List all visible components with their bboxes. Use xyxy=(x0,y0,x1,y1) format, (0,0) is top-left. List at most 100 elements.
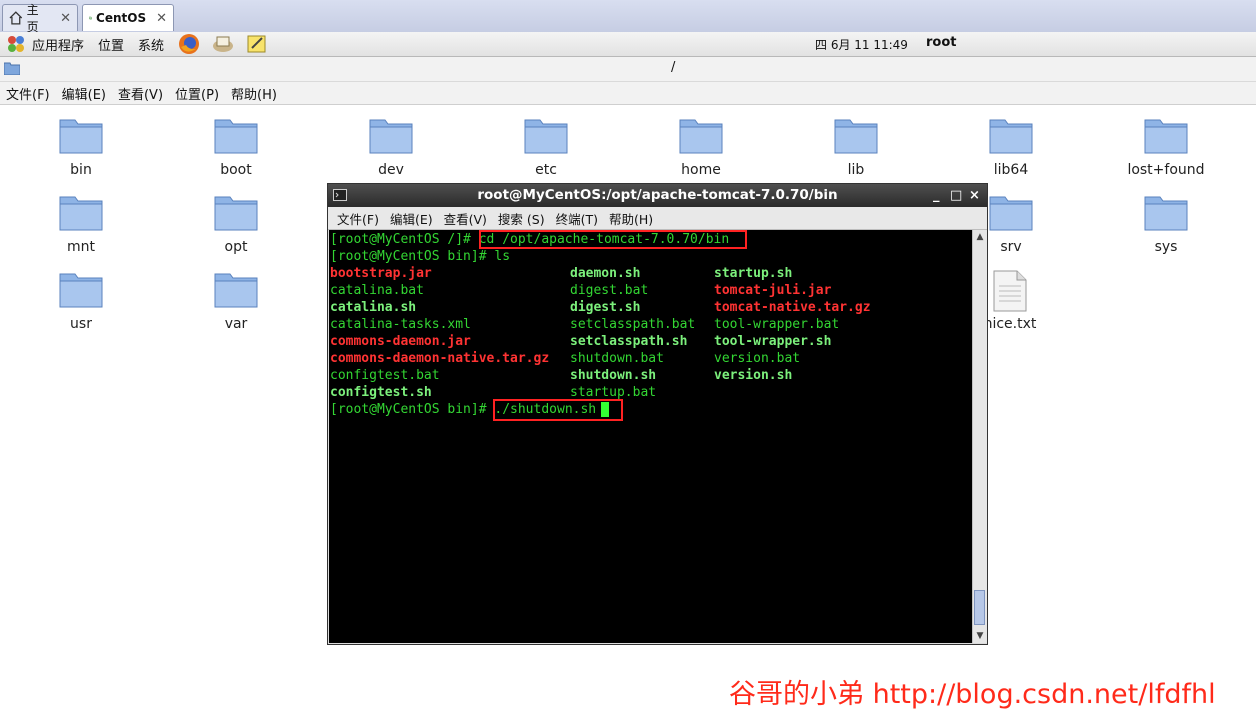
ls-file-entry: digest.bat xyxy=(570,283,649,298)
folder-icon xyxy=(1144,119,1188,154)
scroll-down-icon[interactable]: ▼ xyxy=(973,629,987,643)
ls-file-entry: tomcat-native.tar.gz xyxy=(714,300,871,315)
tab-centos[interactable]: CentOS ✕ xyxy=(82,4,174,31)
ls-file-entry: catalina.bat xyxy=(330,283,424,298)
ls-file-entry: daemon.sh xyxy=(570,266,641,281)
ls-file-entry: configtest.sh xyxy=(330,385,432,400)
folder-item[interactable]: home xyxy=(641,116,761,178)
folder-item[interactable]: boot xyxy=(176,116,296,178)
tab-home-label: 主页 xyxy=(26,3,39,34)
terminal-titlebar[interactable]: root@MyCentOS:/opt/apache-tomcat-7.0.70/… xyxy=(328,184,987,207)
firefox-icon[interactable] xyxy=(178,33,200,55)
watermark: 谷哥的小弟 http://blog.csdn.net/lfdfhl xyxy=(729,679,1216,710)
prompt: [root@MyCentOS bin]# xyxy=(330,249,495,264)
folder-icon xyxy=(4,62,20,75)
term-menu-help[interactable]: 帮助(H) xyxy=(609,209,653,228)
folder-label: lost+found xyxy=(1127,162,1205,178)
folder-item[interactable]: mnt xyxy=(21,193,141,255)
folder-icon xyxy=(1144,196,1188,231)
ls-file-entry: catalina.sh xyxy=(330,300,417,315)
folder-item[interactable]: sys xyxy=(1106,193,1226,255)
file-manager-menubar: 文件(F) 编辑(E) 查看(V) 位置(P) 帮助(H) xyxy=(0,82,1256,105)
folder-item[interactable]: lost+found xyxy=(1106,116,1226,178)
prompt: [root@MyCentOS bin]# xyxy=(330,402,495,417)
terminal-icon xyxy=(333,189,347,201)
folder-label: bin xyxy=(70,162,92,178)
terminal-title: root@MyCentOS:/opt/apache-tomcat-7.0.70/… xyxy=(477,187,838,203)
term-menu-file[interactable]: 文件(F) xyxy=(337,209,379,228)
menu-system[interactable]: 系统 xyxy=(138,35,164,54)
top-panel: 应用程序 位置 系统 四 6月 11 11:49 root xyxy=(0,32,1256,57)
ls-file-entry: digest.sh xyxy=(570,300,641,315)
folder-label: home xyxy=(681,162,721,178)
menu-file[interactable]: 文件(F) xyxy=(6,84,50,103)
vm-icon xyxy=(89,16,92,20)
folder-icon xyxy=(214,196,258,231)
menu-applications[interactable]: 应用程序 xyxy=(32,35,84,54)
menu-edit[interactable]: 编辑(E) xyxy=(62,84,106,103)
ls-file-entry: configtest.bat xyxy=(330,368,440,383)
folder-icon xyxy=(59,119,103,154)
ls-file-entry: commons-daemon.jar xyxy=(330,334,471,349)
ls-file-entry: shutdown.bat xyxy=(570,351,664,366)
folder-item[interactable]: etc xyxy=(486,116,606,178)
scrollbar-thumb[interactable] xyxy=(974,590,985,625)
maximize-icon[interactable]: □ xyxy=(950,184,962,207)
ls-file-entry: shutdown.sh xyxy=(570,368,657,383)
folder-item[interactable]: lib xyxy=(796,116,916,178)
folder-label: opt xyxy=(224,239,248,255)
folder-item[interactable]: bin xyxy=(21,116,141,178)
terminal-window: root@MyCentOS:/opt/apache-tomcat-7.0.70/… xyxy=(327,183,988,645)
terminal-scrollbar[interactable]: ▲ ▼ xyxy=(972,230,987,643)
ls-file-entry: tool-wrapper.sh xyxy=(714,334,832,349)
folder-icon xyxy=(679,119,723,154)
folder-label: var xyxy=(224,316,248,332)
menu-go[interactable]: 位置(P) xyxy=(175,84,219,103)
folder-item[interactable]: dev xyxy=(331,116,451,178)
terminal-menubar: 文件(F) 编辑(E) 查看(V) 搜索 (S) 终端(T) 帮助(H) xyxy=(328,207,987,230)
folder-icon xyxy=(524,119,568,154)
term-menu-view[interactable]: 查看(V) xyxy=(444,209,487,228)
clock[interactable]: 四 6月 11 11:49 xyxy=(815,36,908,53)
minimize-icon[interactable]: _ xyxy=(933,184,940,207)
ls-file-entry: tomcat-juli.jar xyxy=(714,283,832,298)
menu-view[interactable]: 查看(V) xyxy=(118,84,163,103)
folder-label: dev xyxy=(378,162,404,178)
ls-file-entry: catalina-tasks.xml xyxy=(330,317,471,332)
folder-label: lib64 xyxy=(993,162,1029,178)
highlight-box xyxy=(493,399,623,421)
folder-item[interactable]: opt xyxy=(176,193,296,255)
folder-label: sys xyxy=(1154,239,1178,255)
ls-file-entry: setclasspath.bat xyxy=(570,317,696,332)
folder-label: mnt xyxy=(67,239,95,255)
menu-places[interactable]: 位置 xyxy=(98,35,124,54)
ls-file-entry: commons-daemon-native.tar.gz xyxy=(330,351,550,366)
folder-item[interactable]: usr xyxy=(21,270,141,332)
command-ls: ls xyxy=(494,249,511,264)
tab-home[interactable]: 主页 ✕ xyxy=(2,3,78,34)
text-file-icon xyxy=(993,270,1027,312)
ls-file-entry: startup.sh xyxy=(714,266,793,281)
term-menu-terminal[interactable]: 终端(T) xyxy=(556,209,598,228)
scroll-up-icon[interactable]: ▲ xyxy=(973,230,987,244)
user-name[interactable]: root xyxy=(926,35,957,50)
folder-icon xyxy=(214,119,258,154)
prompt: [root@MyCentOS /]# xyxy=(330,232,479,247)
terminal-output[interactable]: [root@MyCentOS /]# cd /opt/apache-tomcat… xyxy=(329,230,972,643)
folder-icon xyxy=(59,273,103,308)
term-menu-search[interactable]: 搜索 (S) xyxy=(498,209,545,228)
close-icon[interactable]: × xyxy=(969,184,980,207)
folder-icon xyxy=(989,119,1033,154)
ls-file-entry: bootstrap.jar xyxy=(330,266,432,281)
location-bar: / xyxy=(0,57,1256,82)
folder-icon xyxy=(834,119,878,154)
term-menu-edit[interactable]: 编辑(E) xyxy=(390,209,433,228)
close-icon[interactable]: ✕ xyxy=(60,11,71,26)
notes-icon[interactable] xyxy=(246,33,268,55)
close-icon[interactable]: ✕ xyxy=(156,11,167,26)
folder-item[interactable]: lib64 xyxy=(951,116,1071,178)
mail-icon[interactable] xyxy=(212,33,234,55)
tab-centos-label: CentOS xyxy=(96,11,147,25)
menu-help[interactable]: 帮助(H) xyxy=(231,84,277,103)
folder-item[interactable]: var xyxy=(176,270,296,332)
